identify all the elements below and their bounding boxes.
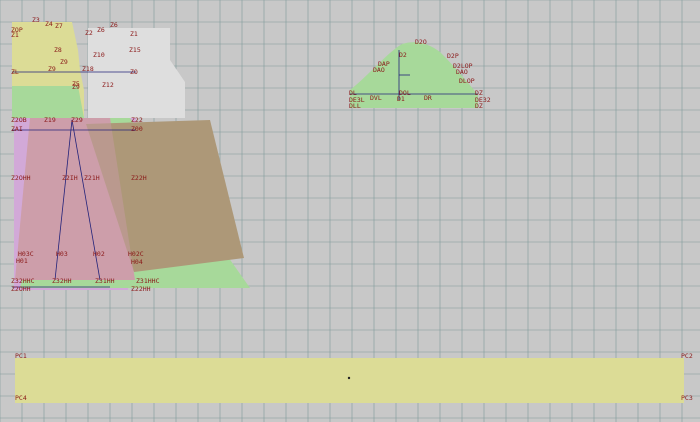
label-z1: Z1 (11, 31, 19, 39)
label-dao-right: DAO (456, 68, 468, 76)
label-z8: Z8 (54, 46, 62, 54)
waistband-piece[interactable]: PC1 PC2 PC3 PC4 (15, 352, 693, 403)
label-h02: H02 (93, 250, 105, 258)
label-z6b: Z6 (97, 26, 105, 34)
label-d1: D1 (397, 95, 405, 103)
label-z12: Z12 (102, 81, 114, 89)
label-z9c: Z9 (72, 83, 80, 91)
label-d2: D2 (399, 51, 407, 59)
label-pc1: PC1 (15, 352, 27, 360)
label-z20b: Z2OB (11, 116, 27, 124)
label-z6a: Z6 (110, 21, 118, 29)
label-pc4: PC4 (15, 394, 27, 402)
label-pc3: PC3 (681, 394, 693, 402)
label-h03: H03 (56, 250, 68, 258)
label-z9a: Z9 (60, 58, 68, 66)
label-z31hhc: Z31HHC (136, 277, 160, 285)
waistband-center-point (347, 376, 351, 380)
label-z19: Z19 (44, 116, 56, 124)
label-z31hh: Z31HH (95, 277, 115, 285)
label-z20hh2: Z2OHH (11, 285, 31, 293)
label-z1b: Z1 (130, 30, 138, 38)
bodice-pieces[interactable]: Z3 Z4 Z7 ZOP Z1 Z6 Z6 Z2 Z1 Z15 Z8 Z10 Z… (11, 16, 185, 118)
label-z18: Z18 (82, 65, 94, 73)
skirt-pieces[interactable]: Z2OB Z19 Z29 Z22 ZAI Z00 Z2OHH Z2IH Z21H… (11, 116, 250, 293)
pattern-canvas[interactable]: PC1 PC2 PC3 PC4 D2O D2P D2LOP DAO DLOP D… (0, 0, 700, 422)
label-z9b: Z9 (48, 65, 56, 73)
label-z22hh: Z22HH (131, 285, 151, 293)
label-z7: Z7 (55, 22, 63, 30)
label-zl: ZL (11, 68, 19, 76)
label-z32hhc: Z32HHC (11, 277, 35, 285)
label-z22: Z22 (131, 116, 143, 124)
label-z3: Z3 (32, 16, 40, 24)
label-z20hh: Z2OHH (11, 174, 31, 182)
label-h04: H04 (131, 258, 143, 266)
label-z22h: Z22H (131, 174, 147, 182)
label-pc2: PC2 (681, 352, 693, 360)
label-z15: Z15 (129, 46, 141, 54)
label-z10: Z10 (93, 51, 105, 59)
label-h01: H01 (16, 257, 28, 265)
label-z2ih: Z2IH (62, 174, 78, 182)
label-dlop: DLOP (459, 77, 475, 85)
label-z4: Z4 (45, 20, 53, 28)
label-dvl: DVL (370, 94, 382, 102)
label-zo: ZO (130, 68, 138, 76)
label-dz-low: DZ (475, 102, 483, 110)
label-zai: ZAI (11, 125, 23, 133)
waistband-shape[interactable] (15, 358, 684, 403)
label-dll: DLL (349, 102, 361, 110)
label-z2: Z2 (85, 29, 93, 37)
label-dr: DR (424, 94, 432, 102)
label-d2o: D2O (415, 38, 427, 46)
label-h02c: H02C (128, 250, 144, 258)
label-dao-left: DAO (373, 66, 385, 74)
label-z29: Z29 (71, 116, 83, 124)
label-z21h: Z21H (84, 174, 100, 182)
label-z00: Z00 (131, 125, 143, 133)
label-d2p: D2P (447, 52, 459, 60)
label-z32hh: Z32HH (52, 277, 72, 285)
